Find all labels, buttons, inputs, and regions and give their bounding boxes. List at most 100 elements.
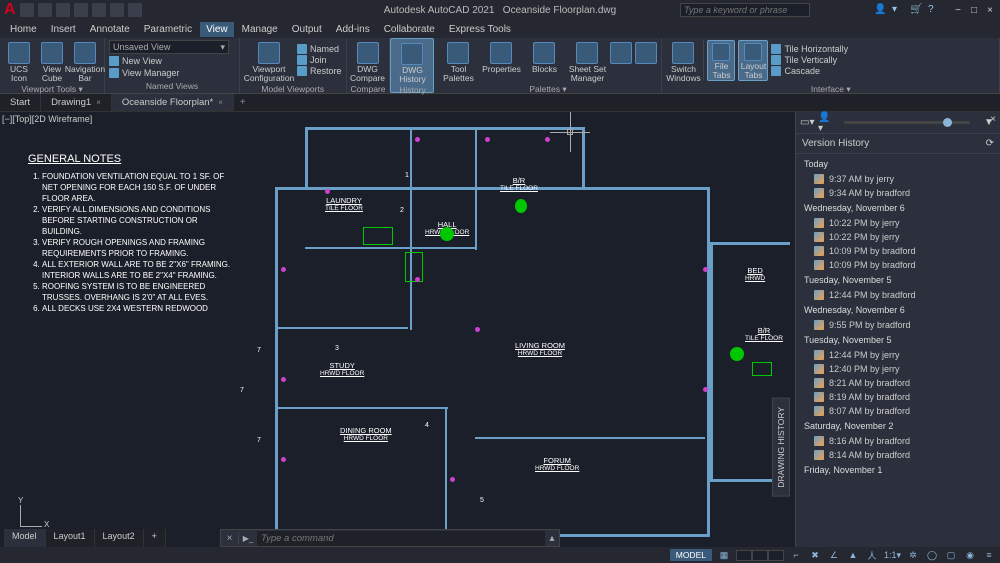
layout-tab-layout1[interactable]: Layout1: [46, 529, 95, 547]
timeline-slider[interactable]: [844, 121, 970, 124]
version-entry[interactable]: 12:44 PM by jerry: [796, 348, 1000, 362]
workspace-icon[interactable]: ◯: [925, 549, 939, 561]
new-tab-button[interactable]: +: [234, 97, 252, 108]
doc-tab[interactable]: Drawing1×: [41, 94, 112, 111]
viewport-control-label[interactable]: [−][Top][2D Wireframe]: [2, 114, 92, 124]
palette-button-2[interactable]: Blocks: [524, 40, 564, 74]
palette-button-3[interactable]: Sheet SetManager: [567, 40, 607, 83]
menu-express-tools[interactable]: Express Tools: [443, 22, 517, 37]
version-entry[interactable]: 10:09 PM by bradford: [796, 244, 1000, 258]
version-entry[interactable]: 10:22 PM by jerry: [796, 230, 1000, 244]
version-entry[interactable]: 8:16 AM by bradford: [796, 434, 1000, 448]
layout-tab-layout2[interactable]: Layout2: [95, 529, 144, 547]
qat-new-icon[interactable]: [20, 3, 34, 17]
cascade-button[interactable]: Cascade: [771, 66, 848, 76]
menu-parametric[interactable]: Parametric: [138, 22, 198, 37]
menu-collaborate[interactable]: Collaborate: [378, 22, 441, 37]
dwg-history-button[interactable]: DWG History: [395, 41, 429, 84]
isoplane-icon[interactable]: ▲: [846, 549, 860, 561]
version-entry[interactable]: 9:37 AM by jerry: [796, 172, 1000, 186]
compare-icon[interactable]: ▭▾: [800, 117, 812, 129]
palette-button-1[interactable]: Properties: [481, 40, 521, 74]
cmdline-close-icon[interactable]: ×: [221, 533, 239, 544]
vp-restore-button[interactable]: Restore: [297, 66, 342, 76]
drawing-history-tab[interactable]: DRAWING HISTORY: [772, 398, 790, 497]
qat-redo-icon[interactable]: [128, 3, 142, 17]
help-search-input[interactable]: [680, 3, 810, 17]
help-icon[interactable]: ?: [928, 4, 940, 16]
menu-manage[interactable]: Manage: [236, 22, 284, 37]
qat-plot-icon[interactable]: [92, 3, 106, 17]
qat-saveas-icon[interactable]: [74, 3, 88, 17]
version-entry[interactable]: 8:07 AM by bradford: [796, 404, 1000, 418]
tab-close-icon[interactable]: ×: [218, 98, 223, 107]
minimize-button[interactable]: −: [950, 3, 966, 17]
doc-tab[interactable]: Start: [0, 94, 41, 111]
cmdline-history-icon[interactable]: ▶_: [239, 534, 257, 543]
switch-windows-button[interactable]: Switch Windows: [666, 40, 700, 83]
command-line[interactable]: × ▶_ Type a command ▴: [220, 529, 560, 547]
version-entry[interactable]: 8:19 AM by bradford: [796, 390, 1000, 404]
menu-view[interactable]: View: [200, 22, 234, 37]
file-tabs-button[interactable]: File Tabs: [707, 40, 735, 81]
version-entry[interactable]: 9:55 PM by bradford: [796, 318, 1000, 332]
ucs-icon-button[interactable]: UCSIcon: [4, 40, 34, 83]
user-filter-icon[interactable]: 👤▾: [818, 117, 830, 129]
menu-insert[interactable]: Insert: [45, 22, 82, 37]
gear-icon[interactable]: ✲: [906, 549, 920, 561]
qat-undo-icon[interactable]: [110, 3, 124, 17]
vp-named-button[interactable]: Named: [297, 44, 342, 54]
version-entry[interactable]: 9:34 AM by bradford: [796, 186, 1000, 200]
drawing-canvas[interactable]: [−][Top][2D Wireframe] GENERAL NOTES FOU…: [0, 112, 795, 547]
navigation-bar-button[interactable]: NavigationBar: [70, 40, 100, 83]
ortho-icon[interactable]: ⌐: [789, 549, 803, 561]
customize-icon[interactable]: ≡: [982, 549, 996, 561]
vp-join-button[interactable]: Join: [297, 55, 342, 65]
space-pager[interactable]: [736, 550, 784, 561]
named-view-combo[interactable]: Unsaved View▾: [109, 40, 229, 54]
signin-icon[interactable]: 👤: [874, 4, 886, 16]
version-entry[interactable]: 10:22 PM by jerry: [796, 216, 1000, 230]
doc-tab[interactable]: Oceanside Floorplan*×: [112, 94, 234, 111]
scale-icon[interactable]: 1:1▾: [884, 549, 901, 561]
cmdline-expand-icon[interactable]: ▴: [545, 533, 559, 544]
polar-icon[interactable]: ✖: [808, 549, 822, 561]
layout-tabs-button[interactable]: Layout Tabs: [738, 40, 768, 81]
cloud-icon[interactable]: ▾: [892, 4, 904, 16]
menu-annotate[interactable]: Annotate: [84, 22, 136, 37]
hardware-icon[interactable]: ◉: [963, 549, 977, 561]
view-manager-button[interactable]: View Manager: [109, 68, 179, 78]
viewport-config-button[interactable]: Viewport Configuration: [244, 40, 294, 83]
layout-tab-model[interactable]: Model: [4, 529, 46, 547]
tile-vertical-button[interactable]: Tile Vertically: [771, 55, 848, 65]
tile-horizontal-button[interactable]: Tile Horizontally: [771, 44, 848, 54]
tab-close-icon[interactable]: ×: [96, 98, 101, 107]
version-entry[interactable]: 8:21 AM by bradford: [796, 376, 1000, 390]
palette-button-4[interactable]: [610, 40, 632, 65]
version-entry[interactable]: 12:44 PM by bradford: [796, 288, 1000, 302]
refresh-icon[interactable]: ⟳: [986, 138, 994, 149]
annotation-icon[interactable]: 人: [865, 549, 879, 561]
grid-icon[interactable]: ▦: [717, 549, 731, 561]
add-layout-button[interactable]: +: [144, 529, 166, 547]
cart-icon[interactable]: 🛒: [910, 4, 922, 16]
ucs-icon[interactable]: X Y: [20, 497, 50, 527]
qat-open-icon[interactable]: [38, 3, 52, 17]
palette-button-5[interactable]: [635, 40, 657, 65]
command-input[interactable]: Type a command: [257, 531, 545, 546]
version-entry[interactable]: 12:40 PM by jerry: [796, 362, 1000, 376]
osnap-icon[interactable]: ∠: [827, 549, 841, 561]
palette-button-0[interactable]: ToolPalettes: [438, 40, 478, 83]
menu-add-ins[interactable]: Add-ins: [330, 22, 376, 37]
new-view-button[interactable]: New View: [109, 56, 162, 66]
menu-output[interactable]: Output: [286, 22, 328, 37]
clean-icon[interactable]: ▢: [944, 549, 958, 561]
qat-save-icon[interactable]: [56, 3, 70, 17]
menu-home[interactable]: Home: [4, 22, 43, 37]
view-cube-button[interactable]: ViewCube: [37, 40, 67, 83]
maximize-button[interactable]: □: [966, 3, 982, 17]
panel-close-button[interactable]: ×: [990, 114, 996, 125]
model-space-button[interactable]: MODEL: [670, 549, 712, 561]
dwg-compare-button[interactable]: DWG Compare: [351, 40, 385, 83]
close-button[interactable]: ×: [982, 3, 998, 17]
